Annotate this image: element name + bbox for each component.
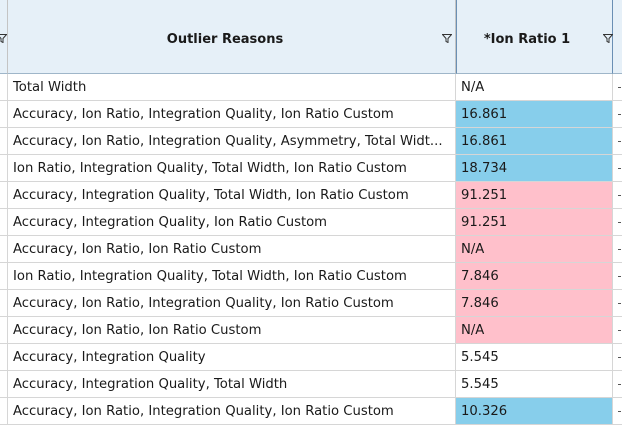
outlier-reasons-cell[interactable]: Total Width (8, 74, 456, 101)
outlier-reasons-cell[interactable]: Accuracy, Integration Quality (8, 344, 456, 371)
outlier-reasons-cell[interactable]: Accuracy, Ion Ratio, Integration Quality… (8, 101, 456, 128)
column-header-label: Outlier Reasons (166, 32, 284, 47)
outlier-reasons-cell[interactable]: Accuracy, Integration Quality, Total Wid… (8, 182, 456, 209)
row-strip-cell[interactable] (0, 371, 8, 398)
outlier-reasons-cell[interactable]: Accuracy, Integration Quality, Total Wid… (8, 371, 456, 398)
filter-icon[interactable] (0, 34, 7, 43)
row-strip-cell[interactable] (0, 398, 8, 425)
ion-ratio-1-cell[interactable]: 91.251 (456, 209, 613, 236)
truncation-mark (618, 87, 621, 88)
filter-icon[interactable] (603, 34, 613, 43)
table-row[interactable]: Accuracy, Ion Ratio, Ion Ratio Custom N/A (0, 317, 622, 344)
column-header-next[interactable] (613, 0, 622, 74)
filter-icon[interactable] (442, 34, 452, 43)
truncation-mark (618, 168, 621, 169)
ion-ratio-1-cell[interactable]: 91.251 (456, 182, 613, 209)
truncation-mark (618, 195, 621, 196)
row-strip-cell[interactable] (0, 101, 8, 128)
outlier-reasons-cell[interactable]: Accuracy, Ion Ratio, Integration Quality… (8, 398, 456, 425)
row-strip-cell[interactable] (0, 209, 8, 236)
outlier-reasons-cell[interactable]: Accuracy, Ion Ratio, Ion Ratio Custom (8, 317, 456, 344)
column-header-ion-ratio-1[interactable]: *Ion Ratio 1 (456, 0, 613, 74)
ion-ratio-1-cell[interactable]: N/A (456, 317, 613, 344)
table-row[interactable]: Total Width N/A (0, 74, 622, 101)
ion-ratio-1-cell[interactable]: 10.326 (456, 398, 613, 425)
outlier-reasons-cell[interactable]: Accuracy, Ion Ratio, Integration Quality… (8, 128, 456, 155)
truncation-mark (618, 141, 621, 142)
table-row[interactable]: Accuracy, Ion Ratio, Integration Quality… (0, 398, 622, 425)
truncation-mark (618, 249, 621, 250)
truncation-mark (618, 357, 621, 358)
table-row[interactable]: Accuracy, Ion Ratio, Integration Quality… (0, 290, 622, 317)
ion-ratio-1-cell[interactable]: N/A (456, 74, 613, 101)
row-strip-cell[interactable] (0, 128, 8, 155)
truncation-mark (618, 276, 621, 277)
row-strip-cell[interactable] (0, 236, 8, 263)
table-row[interactable]: Accuracy, Ion Ratio, Integration Quality… (0, 128, 622, 155)
ion-ratio-1-cell[interactable]: 16.861 (456, 101, 613, 128)
ion-ratio-1-cell[interactable]: 7.846 (456, 263, 613, 290)
truncation-mark (618, 411, 621, 412)
outlier-reasons-cell[interactable]: Accuracy, Integration Quality, Ion Ratio… (8, 209, 456, 236)
table-row[interactable]: Ion Ratio, Integration Quality, Total Wi… (0, 263, 622, 290)
truncation-mark (618, 330, 621, 331)
ion-ratio-1-cell[interactable]: 5.545 (456, 371, 613, 398)
outlier-reasons-cell[interactable]: Ion Ratio, Integration Quality, Total Wi… (8, 263, 456, 290)
table-row[interactable]: Accuracy, Integration Quality, Total Wid… (0, 371, 622, 398)
outlier-reasons-cell[interactable]: Accuracy, Ion Ratio, Ion Ratio Custom (8, 236, 456, 263)
row-strip-cell[interactable] (0, 344, 8, 371)
truncation-mark (618, 303, 621, 304)
table-row[interactable]: Accuracy, Integration Quality 5.545 (0, 344, 622, 371)
ion-ratio-1-cell[interactable]: 16.861 (456, 128, 613, 155)
column-header-outlier-reasons[interactable]: Outlier Reasons (8, 0, 456, 74)
column-header-previous[interactable] (0, 0, 8, 74)
table-row[interactable]: Accuracy, Integration Quality, Total Wid… (0, 182, 622, 209)
ion-ratio-1-cell[interactable]: N/A (456, 236, 613, 263)
ion-ratio-1-cell[interactable]: 18.734 (456, 155, 613, 182)
row-strip-cell[interactable] (0, 182, 8, 209)
truncation-mark (618, 114, 621, 115)
row-strip-cell[interactable] (0, 317, 8, 344)
outlier-reasons-cell[interactable]: Accuracy, Ion Ratio, Integration Quality… (8, 290, 456, 317)
row-strip-cell[interactable] (0, 263, 8, 290)
table-row[interactable]: Accuracy, Integration Quality, Ion Ratio… (0, 209, 622, 236)
row-strip-cell[interactable] (0, 290, 8, 317)
row-strip-cell[interactable] (0, 155, 8, 182)
row-strip-cell[interactable] (0, 74, 8, 101)
table-row[interactable]: Accuracy, Ion Ratio, Integration Quality… (0, 101, 622, 128)
truncation-mark (618, 222, 621, 223)
ion-ratio-1-cell[interactable]: 5.545 (456, 344, 613, 371)
table-row[interactable]: Ion Ratio, Integration Quality, Total Wi… (0, 155, 622, 182)
truncation-mark (618, 384, 621, 385)
column-header-label: *Ion Ratio 1 (483, 32, 571, 47)
table-row[interactable]: Accuracy, Ion Ratio, Ion Ratio Custom N/A (0, 236, 622, 263)
ion-ratio-1-cell[interactable]: 7.846 (456, 290, 613, 317)
outlier-reasons-cell[interactable]: Ion Ratio, Integration Quality, Total Wi… (8, 155, 456, 182)
results-grid: Outlier Reasons *Ion Ratio 1 Total Width… (0, 0, 622, 437)
